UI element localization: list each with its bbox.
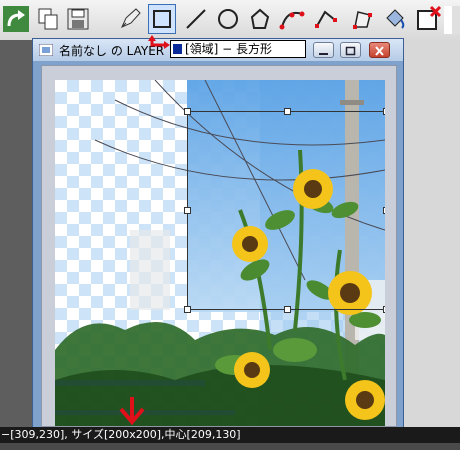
handle-top-center[interactable]: [284, 108, 291, 115]
handle-top-right[interactable]: [383, 108, 385, 115]
toolbar: [0, 0, 460, 41]
polygon-tool-icon: [250, 8, 270, 29]
transform-button[interactable]: [348, 4, 376, 34]
handle-middle-right[interactable]: [383, 207, 385, 214]
path-edit-button[interactable]: [312, 4, 340, 34]
save-button[interactable]: [64, 4, 92, 34]
bottom-edge: [0, 443, 460, 450]
redo-arrow-icon: [3, 6, 29, 32]
canvas-frame: [41, 65, 397, 427]
line-tool-button[interactable]: [182, 4, 210, 34]
tool-info-text: [領域] − 長方形: [185, 42, 273, 56]
polygon-tool-button[interactable]: [246, 4, 274, 34]
line-tool-icon: [186, 9, 206, 29]
maximize-icon: [345, 46, 356, 56]
red-pointer-arrow-icon: [148, 35, 170, 49]
layer-canvas[interactable]: [55, 80, 385, 426]
ellipse-tool-button[interactable]: [214, 4, 242, 34]
handle-bottom-right[interactable]: [383, 306, 385, 313]
minimize-button[interactable]: [313, 42, 334, 58]
pen-brush-icon: [121, 8, 141, 28]
document-icon: [39, 44, 53, 56]
delete-selection-icon: [417, 5, 442, 30]
transform-icon: [353, 11, 372, 29]
maximize-button[interactable]: [340, 42, 361, 58]
selection-rectangle[interactable]: [184, 108, 385, 313]
rectangle-tool-icon: [153, 10, 171, 28]
save-disk-icon: [67, 8, 89, 30]
fill-bucket-icon: [386, 9, 405, 29]
bezier-tool-button[interactable]: [278, 4, 306, 34]
handle-bottom-left[interactable]: [184, 306, 191, 313]
ellipse-tool-icon: [218, 9, 238, 29]
handle-bottom-center[interactable]: [284, 306, 291, 313]
fill-button[interactable]: [380, 4, 408, 34]
status-text: −[309,230], サイズ[200x200],中心[209,130]: [1, 428, 241, 441]
minimize-icon: [319, 53, 328, 55]
close-icon: [375, 46, 384, 56]
redo-button[interactable]: [2, 4, 30, 34]
pen-tool-button[interactable]: [116, 4, 144, 34]
rectangle-tool-button[interactable]: [148, 4, 176, 34]
copy-pages-icon: [38, 8, 58, 30]
document-window: 名前なし の LAYER: [32, 38, 404, 430]
copy-button[interactable]: [34, 4, 62, 34]
close-button[interactable]: [369, 42, 390, 58]
path-edit-icon: [315, 10, 337, 28]
handle-middle-left[interactable]: [184, 207, 191, 214]
bezier-curve-icon: [279, 11, 305, 30]
color-swatch: [173, 44, 182, 54]
delete-selection-button[interactable]: [414, 4, 442, 34]
tool-info-label: [領域] − 長方形: [170, 40, 306, 58]
handle-top-left[interactable]: [184, 108, 191, 115]
toolbar-overflow: [444, 6, 460, 34]
left-panel: [0, 40, 34, 430]
red-down-arrow-icon: [119, 397, 145, 425]
status-bar: −[309,230], サイズ[200x200],中心[209,130]: [0, 427, 460, 443]
right-panel: [404, 40, 460, 427]
